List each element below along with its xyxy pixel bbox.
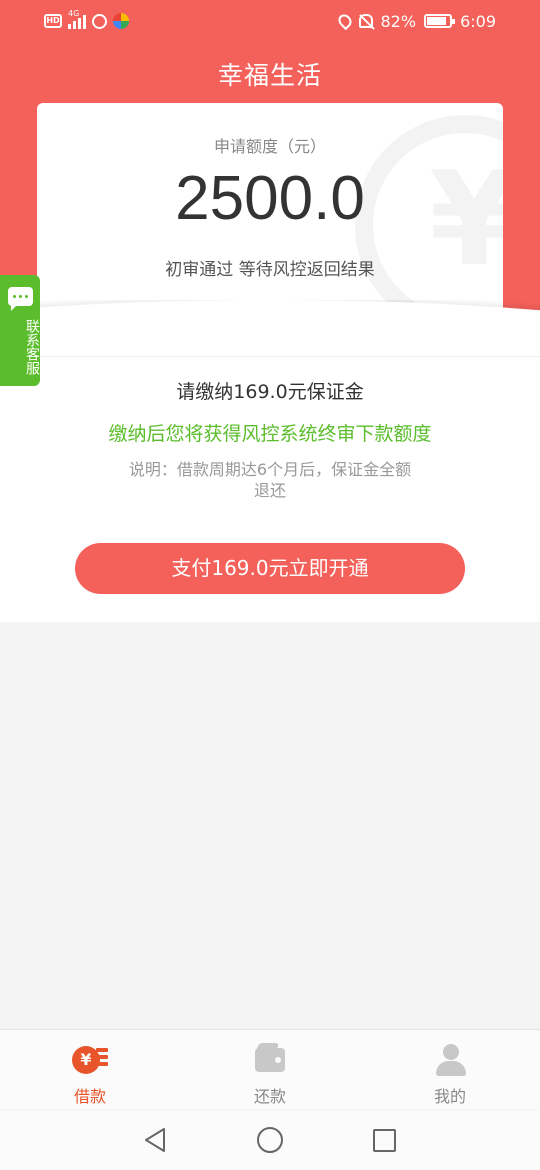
home-icon[interactable] (257, 1127, 283, 1153)
recent-apps-icon[interactable] (373, 1129, 396, 1152)
tab-bar: ¥ 借款 还款 我的 (0, 1029, 540, 1109)
deposit-title: 请缴纳169.0元保证金 (176, 381, 364, 403)
status-bar: HD 4G 82% 6:09 (0, 0, 540, 42)
review-status: 初审通过 等待风控返回结果 (165, 260, 375, 280)
status-right: 82% 6:09 (335, 9, 496, 33)
tab-repay[interactable]: 还款 (180, 1030, 360, 1110)
amount-label: 申请额度（元） (213, 137, 326, 156)
alarm-icon (92, 13, 107, 29)
tab-mine-label: 我的 (433, 1087, 466, 1106)
wallet-icon (252, 1044, 288, 1076)
mute-icon (358, 14, 373, 28)
battery-icon (424, 14, 456, 28)
battery-level: 82% (380, 11, 417, 31)
location-icon (335, 11, 354, 31)
back-icon[interactable] (142, 1126, 170, 1154)
tab-repay-label: 还款 (253, 1087, 286, 1106)
hd-icon: HD (44, 14, 62, 28)
amount-value: 2500.0 (175, 164, 365, 233)
deposit-section: 请缴纳169.0元保证金 缴纳后您将获得风控系统终审下款额度 说明：借款周期达6… (0, 356, 540, 622)
tab-mine[interactable]: 我的 (360, 1030, 540, 1110)
page-title: 幸福生活 (217, 61, 322, 90)
app-notification-icon (113, 13, 129, 29)
deposit-description: 缴纳后您将获得风控系统终审下款额度 (108, 423, 432, 445)
clock: 6:09 (460, 11, 496, 31)
system-nav-bar (0, 1110, 540, 1170)
user-icon (432, 1044, 468, 1076)
deposit-note: 说明：借款周期达6个月后，保证金全额退还 (128, 460, 412, 500)
loan-yen-icon: ¥ (72, 1044, 108, 1076)
signal-icon: 4G (68, 9, 86, 29)
chat-bubble-icon (8, 287, 33, 311)
tab-loan[interactable]: ¥ 借款 (0, 1030, 180, 1110)
tab-loan-label: 借款 (73, 1087, 106, 1106)
status-left: HD 4G (44, 9, 129, 32)
contact-service-label: 联系客服 (24, 319, 40, 375)
card-bottom-curve (0, 300, 540, 360)
amount-card: ¥ 申请额度（元） 2500.0 初审通过 等待风控返回结果 (37, 103, 503, 333)
contact-service-button[interactable]: 联系客服 (0, 275, 40, 386)
network-type: 4G (68, 9, 80, 18)
pay-button[interactable]: 支付169.0元立即开通 (75, 543, 465, 594)
